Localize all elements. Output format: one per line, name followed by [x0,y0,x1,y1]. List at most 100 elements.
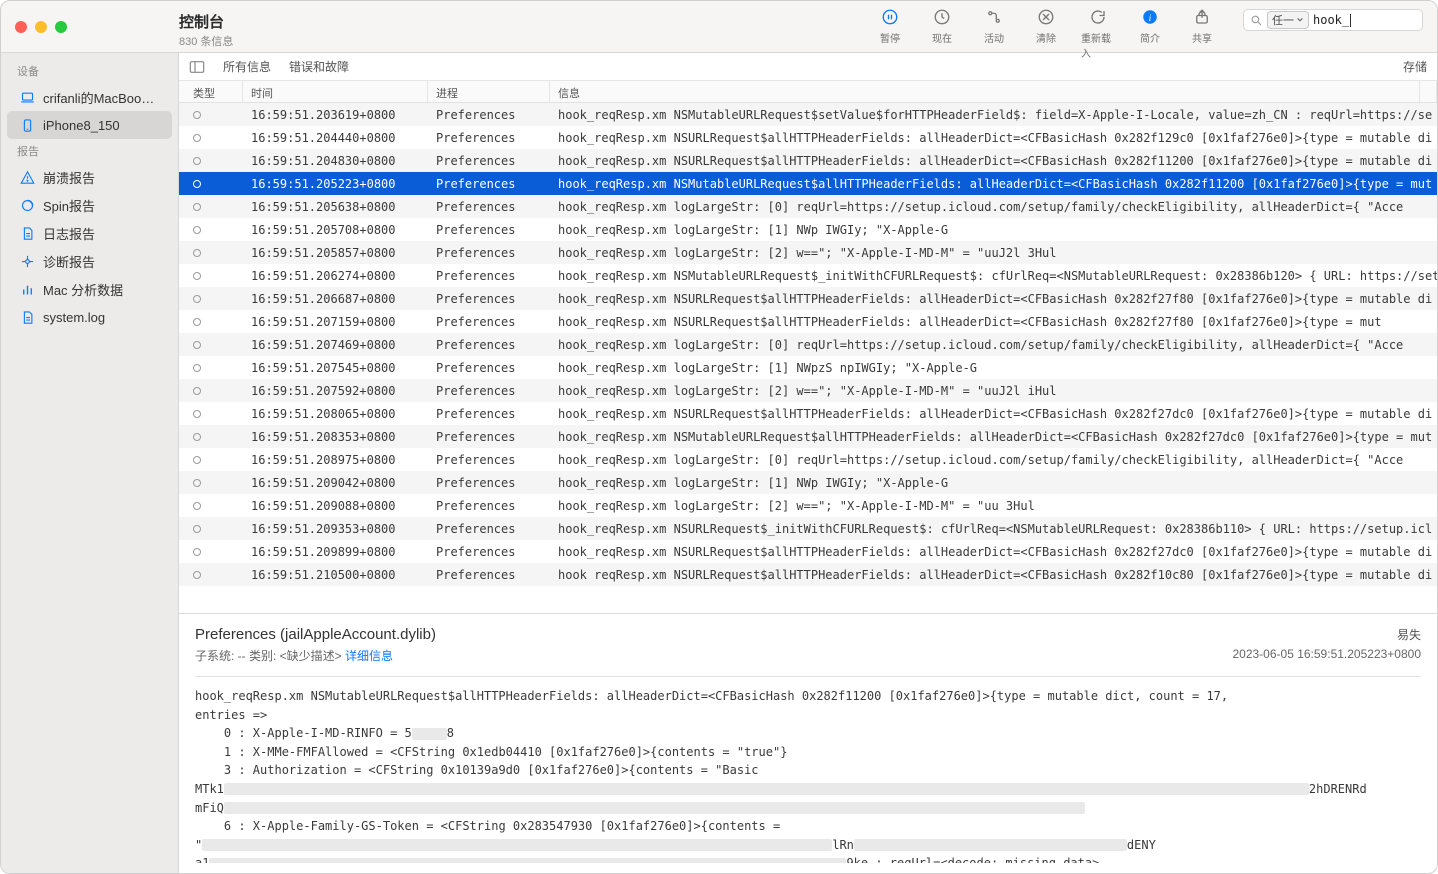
pause-icon [880,7,900,27]
cell-time: 16:59:51.207469+0800 [243,338,428,352]
table-row[interactable]: 16:59:51.207469+0800Preferenceshook_reqR… [179,333,1437,356]
cell-message: hook_reqResp.xm logLargeStr: [0] reqUrl=… [550,338,1437,352]
table-row[interactable]: 16:59:51.207592+0800Preferenceshook_reqR… [179,379,1437,402]
text-cursor [1350,14,1351,27]
log-type-icon [193,272,201,280]
sidebar-item[interactable]: Mac 分析数据 [7,275,172,303]
clear-label: 清除 [1036,30,1056,45]
spin-icon [19,197,35,213]
cell-process: Preferences [428,453,550,467]
log-type-icon [193,341,201,349]
table-row[interactable]: 16:59:51.209353+0800Preferenceshook_reqR… [179,517,1437,540]
table-row[interactable]: 16:59:51.208065+0800Preferenceshook_reqR… [179,402,1437,425]
clear-icon [1036,7,1056,27]
col-header-proc[interactable]: 进程 [428,81,550,102]
sidebar-item[interactable]: 日志报告 [7,219,172,247]
message-count: 830 条信息 [179,33,873,49]
redacted-span [412,728,447,740]
close-window-button[interactable] [15,21,27,33]
table-row[interactable]: 16:59:51.205638+0800Preferenceshook_reqR… [179,195,1437,218]
cell-process: Preferences [428,407,550,421]
cell-process: Preferences [428,108,550,122]
detail-info-link[interactable]: 详细信息 [345,649,393,663]
laptop-icon [19,89,35,105]
log-type-icon [193,456,201,464]
cell-process: Preferences [428,568,550,582]
tab-all-messages[interactable]: 所有信息 [223,58,271,75]
table-row[interactable]: 16:59:51.206687+0800Preferenceshook_reqR… [179,287,1437,310]
activity-button[interactable]: 活动 [977,7,1011,45]
cell-message: hook_reqResp.xm NSURLRequest$allHTTPHead… [550,545,1437,559]
search-filter-pill[interactable]: 任一 [1267,11,1309,29]
search-field[interactable]: 任一 hook_ [1243,9,1423,31]
table-row[interactable]: 16:59:51.207159+0800Preferenceshook_reqR… [179,310,1437,333]
sidebar-item[interactable]: Spin报告 [7,191,172,219]
log-type-icon [193,502,201,510]
minimize-window-button[interactable] [35,21,47,33]
sidebar-item-label: 诊断报告 [43,252,95,271]
sidebar-section-label: 设备 [1,59,178,83]
activity-icon [984,7,1004,27]
detail-timestamp: 2023-06-05 16:59:51.205223+0800 [1232,647,1421,664]
toolbar: 暂停 现在 活动 清除 [873,1,1437,52]
tab-errors-faults[interactable]: 错误和故障 [289,58,349,75]
table-row[interactable]: 16:59:51.207545+0800Preferenceshook_reqR… [179,356,1437,379]
col-header-type[interactable]: 类型 [179,81,243,102]
log-type-icon [193,180,201,188]
cell-message: hook_reqResp.xm logLargeStr: [2] w=="; "… [550,246,1437,260]
sidebar-item-label: 崩溃报告 [43,168,95,187]
log-table-body[interactable]: 16:59:51.203619+0800Preferenceshook_reqR… [179,103,1437,613]
table-row[interactable]: 16:59:51.204830+0800Preferenceshook_reqR… [179,149,1437,172]
warning-icon [19,169,35,185]
cell-time: 16:59:51.204830+0800 [243,154,428,168]
detail-volatile-label: 易失 [1397,626,1421,643]
cell-time: 16:59:51.205857+0800 [243,246,428,260]
sidebar-item[interactable]: iPhone8_150 [7,111,172,139]
svg-text:i: i [1149,13,1152,24]
cell-process: Preferences [428,131,550,145]
cell-process: Preferences [428,361,550,375]
table-row[interactable]: 16:59:51.208975+0800Preferenceshook_reqR… [179,448,1437,471]
sidebar-item[interactable]: crifanli的MacBoo… [7,83,172,111]
sidebar-toggle-icon[interactable] [189,60,205,74]
share-icon [1192,7,1212,27]
table-row[interactable]: 16:59:51.205857+0800Preferenceshook_reqR… [179,241,1437,264]
table-row[interactable]: 16:59:51.204440+0800Preferenceshook_reqR… [179,126,1437,149]
table-row[interactable]: 16:59:51.209088+0800Preferenceshook_reqR… [179,494,1437,517]
detail-title: Preferences (jailAppleAccount.dylib) [195,626,436,643]
zoom-window-button[interactable] [55,21,67,33]
table-row[interactable]: 16:59:51.206274+0800Preferenceshook_reqR… [179,264,1437,287]
cell-process: Preferences [428,476,550,490]
col-header-msg[interactable]: 信息 [550,81,1420,102]
detail-body[interactable]: hook_reqResp.xm NSMutableURLRequest$allH… [195,687,1421,863]
info-button[interactable]: i 简介 [1133,7,1167,45]
share-button[interactable]: 共享 [1185,7,1219,45]
cell-message: hook_reqResp.xm logLargeStr: [1] NWp IWG… [550,476,1437,490]
doc-icon [19,225,35,241]
sidebar-item[interactable]: system.log [7,303,172,331]
cell-message: hook_reqResp.xm logLargeStr: [2] w=="; "… [550,384,1437,398]
now-button[interactable]: 现在 [925,7,959,45]
log-type-icon [193,111,201,119]
cell-time: 16:59:51.209899+0800 [243,545,428,559]
table-row[interactable]: 16:59:51.210500+0800Preferenceshook reqR… [179,563,1437,586]
table-header: 类型 时间 进程 信息 [179,81,1437,103]
cell-time: 16:59:51.210500+0800 [243,568,428,582]
sidebar-item[interactable]: 崩溃报告 [7,163,172,191]
table-row[interactable]: 16:59:51.209899+0800Preferenceshook_reqR… [179,540,1437,563]
table-row[interactable]: 16:59:51.205708+0800Preferenceshook_reqR… [179,218,1437,241]
sidebar-item[interactable]: 诊断报告 [7,247,172,275]
save-search-button[interactable]: 存储 [1403,58,1427,75]
cell-time: 16:59:51.204440+0800 [243,131,428,145]
table-row[interactable]: 16:59:51.205223+0800Preferenceshook_reqR… [179,172,1437,195]
pause-button[interactable]: 暂停 [873,7,907,45]
table-row[interactable]: 16:59:51.209042+0800Preferenceshook_reqR… [179,471,1437,494]
table-row[interactable]: 16:59:51.208353+0800Preferenceshook_reqR… [179,425,1437,448]
col-header-time[interactable]: 时间 [243,81,428,102]
cell-message: hook_reqResp.xm NSURLRequest$allHTTPHead… [550,315,1437,329]
table-row[interactable]: 16:59:51.203619+0800Preferenceshook_reqR… [179,103,1437,126]
cell-process: Preferences [428,246,550,260]
cell-time: 16:59:51.205638+0800 [243,200,428,214]
clear-button[interactable]: 清除 [1029,7,1063,45]
log-type-icon [193,571,201,579]
